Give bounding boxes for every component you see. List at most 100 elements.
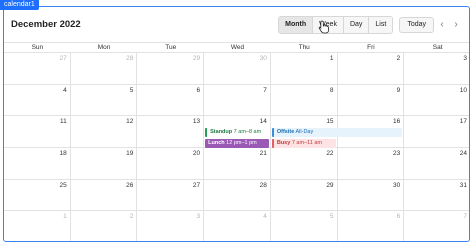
- day-number[interactable]: 24: [460, 150, 467, 157]
- day-number[interactable]: 8: [330, 87, 334, 94]
- pointer-cursor-icon: [318, 20, 329, 34]
- day-cell[interactable]: 10: [404, 85, 469, 116]
- day-number[interactable]: 4: [63, 87, 67, 94]
- day-cell[interactable]: 24: [404, 148, 469, 179]
- day-number[interactable]: 31: [460, 182, 467, 189]
- day-number[interactable]: 18: [59, 150, 66, 157]
- day-cell[interactable]: 26: [71, 179, 138, 211]
- day-cell[interactable]: 18: [4, 148, 71, 179]
- day-cell[interactable]: 27: [137, 179, 205, 211]
- day-cell[interactable]: 30: [338, 179, 405, 211]
- event-time: 12 pm–1 pm: [226, 140, 257, 147]
- day-number[interactable]: 28: [126, 55, 133, 62]
- day-number[interactable]: 3: [463, 55, 467, 62]
- day-cell[interactable]: 13: [137, 116, 205, 147]
- day-number[interactable]: 25: [59, 182, 66, 189]
- day-number[interactable]: 30: [260, 55, 267, 62]
- day-number[interactable]: 22: [326, 150, 333, 157]
- day-cell[interactable]: 22: [271, 148, 338, 179]
- event-lunch[interactable]: Lunch 12 pm–1 pm: [205, 139, 269, 149]
- day-number[interactable]: 29: [193, 55, 200, 62]
- day-number[interactable]: 19: [126, 150, 133, 157]
- calendar: December 2022 Month Week Day List Today …: [3, 6, 470, 242]
- list-view-button[interactable]: List: [369, 16, 393, 33]
- day-number[interactable]: 30: [393, 182, 400, 189]
- event-busy[interactable]: Busy 7 am–11 am: [271, 139, 336, 149]
- day-cell[interactable]: 3: [137, 211, 205, 241]
- day-cell[interactable]: 2: [338, 53, 405, 84]
- day-number[interactable]: 7: [463, 213, 467, 220]
- day-number[interactable]: 29: [326, 182, 333, 189]
- day-number[interactable]: 6: [197, 87, 201, 94]
- frame-label: calendar1: [0, 0, 39, 10]
- day-number[interactable]: 26: [126, 182, 133, 189]
- calendar-toolbar: December 2022 Month Week Day List Today …: [4, 7, 469, 42]
- day-number[interactable]: 16: [393, 118, 400, 125]
- day-view-button[interactable]: Day: [343, 16, 370, 33]
- week-row: 25 26 27 28 29 30 31: [4, 179, 469, 212]
- day-cell[interactable]: 30: [204, 53, 271, 84]
- chevron-right-icon[interactable]: ›: [450, 17, 462, 33]
- day-cell[interactable]: 28: [71, 53, 138, 84]
- day-cell[interactable]: 5: [271, 211, 338, 241]
- day-cell[interactable]: 28: [204, 179, 271, 211]
- day-cell[interactable]: 1: [4, 211, 71, 241]
- day-number[interactable]: 12: [126, 118, 133, 125]
- day-cell[interactable]: 11: [4, 116, 71, 147]
- day-cell[interactable]: 3: [404, 53, 469, 84]
- day-number[interactable]: 3: [197, 213, 201, 220]
- day-number[interactable]: 4: [263, 213, 267, 220]
- event-standup[interactable]: Standup 7 am–8 am: [205, 128, 269, 138]
- day-cell[interactable]: 8: [271, 84, 338, 116]
- week-row: 18 19 20 21 22 23 24: [4, 148, 469, 180]
- month-view-button[interactable]: Month: [279, 16, 314, 33]
- day-cell[interactable]: 7: [204, 84, 271, 116]
- day-cell[interactable]: 29: [271, 179, 338, 211]
- day-cell[interactable]: 27: [4, 53, 71, 84]
- event-title: Standup: [210, 129, 233, 136]
- day-number[interactable]: 20: [193, 150, 200, 157]
- day-number[interactable]: 2: [397, 55, 401, 62]
- day-number[interactable]: 10: [460, 87, 467, 94]
- day-number[interactable]: 5: [130, 87, 134, 94]
- day-cell[interactable]: 23: [338, 148, 405, 179]
- day-number[interactable]: 11: [60, 118, 67, 125]
- day-cell[interactable]: 7: [404, 211, 469, 241]
- day-cell[interactable]: 6: [338, 211, 405, 241]
- day-number[interactable]: 7: [263, 87, 267, 94]
- day-number[interactable]: 1: [63, 213, 67, 220]
- day-number[interactable]: 2: [130, 213, 134, 220]
- day-cell[interactable]: 20: [137, 148, 205, 179]
- day-number[interactable]: 27: [193, 182, 200, 189]
- day-cell[interactable]: 9: [338, 84, 405, 116]
- day-cell[interactable]: 21: [204, 148, 271, 179]
- day-number[interactable]: 27: [59, 55, 66, 62]
- day-number[interactable]: 28: [260, 182, 267, 189]
- week-row: 4 5 6 7 8 9 10: [4, 84, 469, 117]
- day-number[interactable]: 13: [193, 118, 200, 125]
- day-cell[interactable]: 19: [71, 148, 138, 179]
- day-number[interactable]: 9: [397, 87, 401, 94]
- day-number[interactable]: 14: [260, 118, 267, 125]
- day-cell[interactable]: 6: [137, 84, 205, 116]
- day-number[interactable]: 17: [460, 118, 467, 125]
- day-cell[interactable]: 4: [204, 211, 271, 241]
- day-number[interactable]: 21: [260, 150, 267, 157]
- day-number[interactable]: 6: [397, 213, 401, 220]
- today-button[interactable]: Today: [399, 16, 434, 33]
- day-cell[interactable]: 31: [404, 180, 469, 211]
- day-cell[interactable]: 12: [71, 116, 138, 147]
- day-cell[interactable]: 4: [4, 84, 71, 116]
- day-cell[interactable]: 2: [71, 211, 138, 241]
- event-offsite[interactable]: Offsite All-Day: [271, 128, 403, 138]
- day-cell[interactable]: 1: [271, 53, 338, 84]
- day-number[interactable]: 1: [330, 55, 334, 62]
- day-cell[interactable]: 25: [4, 179, 71, 211]
- day-number[interactable]: 5: [330, 213, 334, 220]
- day-number[interactable]: 15: [326, 118, 333, 125]
- day-cell[interactable]: 5: [71, 84, 138, 116]
- day-cell[interactable]: 17: [404, 116, 469, 147]
- day-cell[interactable]: 29: [137, 53, 205, 84]
- day-number[interactable]: 23: [393, 150, 400, 157]
- chevron-left-icon[interactable]: ‹: [436, 17, 448, 33]
